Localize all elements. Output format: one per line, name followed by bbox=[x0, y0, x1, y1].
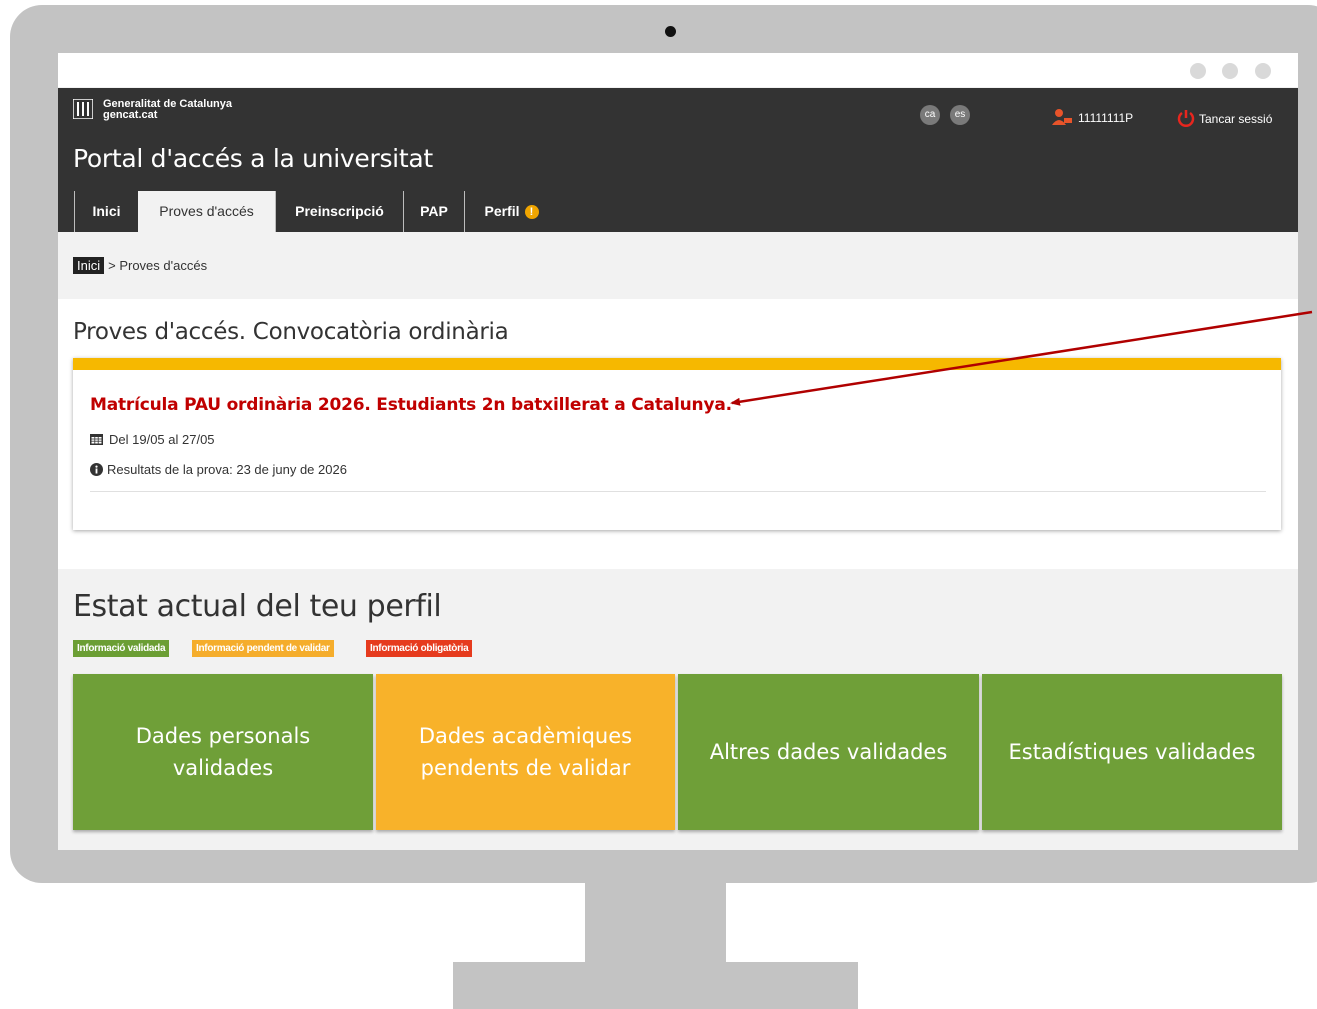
window-bar bbox=[58, 53, 1298, 87]
tile-academic-data[interactable]: Dades acadèmiques pendents de validar bbox=[376, 674, 675, 830]
portal-title: Portal d'accés a la universitat bbox=[73, 144, 433, 173]
tab-perfil-label: Perfil bbox=[484, 203, 520, 219]
breadcrumb-current: > Proves d'accés bbox=[108, 258, 208, 273]
tab-pap[interactable]: PAP bbox=[403, 191, 464, 232]
org-domain: gencat.cat bbox=[103, 109, 158, 121]
tile-personal-data[interactable]: Dades personals validades bbox=[73, 674, 373, 830]
results-line: Resultats de la prova: 23 de juny de 202… bbox=[90, 462, 347, 477]
tab-perfil[interactable]: Perfil! bbox=[464, 191, 558, 232]
tab-inici[interactable]: Inici bbox=[74, 191, 138, 232]
card-accent-bar bbox=[73, 358, 1281, 370]
user-id: 11111111P bbox=[1078, 111, 1134, 125]
site-header: Generalitat de Catalunya gencat.cat ca e… bbox=[58, 88, 1298, 232]
tile-statistics-label: Estadístiques validades bbox=[1008, 740, 1256, 764]
tab-proves-acces[interactable]: Proves d'accés bbox=[138, 191, 275, 232]
info-icon bbox=[90, 463, 103, 476]
card-divider bbox=[90, 491, 1266, 492]
lang-ca-button[interactable]: ca bbox=[920, 105, 940, 125]
tile-statistics[interactable]: Estadístiques validades bbox=[982, 674, 1282, 830]
breadcrumb: Inici > Proves d'accés bbox=[73, 257, 208, 274]
breadcrumb-home-link[interactable]: Inici bbox=[73, 257, 105, 274]
screen: Generalitat de Catalunya gencat.cat ca e… bbox=[58, 53, 1298, 850]
legend-validated: Informació validada bbox=[73, 640, 170, 657]
tile-other-data-label: Altres dades validades bbox=[709, 740, 948, 764]
convocatoria-section: Proves d'accés. Convocatòria ordinària M… bbox=[58, 299, 1298, 569]
window-dot-icon bbox=[1222, 63, 1238, 79]
org-logo-text[interactable]: Generalitat de Catalunya gencat.cat bbox=[103, 99, 232, 121]
section-title: Proves d'accés. Convocatòria ordinària bbox=[73, 319, 509, 345]
tile-other-data[interactable]: Altres dades validades bbox=[678, 674, 979, 830]
tile-personal-data-label: Dades personals validades bbox=[135, 724, 311, 780]
tile-academic-data-label: Dades acadèmiques pendents de validar bbox=[418, 724, 633, 780]
calendar-icon bbox=[90, 434, 103, 445]
logout-button[interactable]: Tancar sessió bbox=[1177, 109, 1272, 127]
lang-es-button[interactable]: es bbox=[950, 105, 970, 125]
tab-preinscripcio[interactable]: Preinscripció bbox=[275, 191, 403, 232]
profile-status-title: Estat actual del teu perfil bbox=[73, 589, 442, 624]
monitor-stand-neck bbox=[585, 883, 726, 963]
legend-required: Informació obligatòria bbox=[366, 640, 473, 657]
generalitat-logo-icon[interactable] bbox=[73, 99, 93, 119]
power-icon bbox=[1177, 110, 1195, 127]
user-icon bbox=[1052, 109, 1072, 125]
matricula-link[interactable]: Matrícula PAU ordinària 2026. Estudiants… bbox=[90, 395, 732, 415]
window-dot-icon bbox=[1190, 63, 1206, 79]
warning-badge-icon: ! bbox=[524, 205, 539, 219]
webcam-dot bbox=[665, 26, 676, 37]
legend-pending: Informació pendent de validar bbox=[192, 640, 334, 657]
results-text: Resultats de la prova: 23 de juny de 202… bbox=[107, 462, 347, 477]
dates-line: Del 19/05 al 27/05 bbox=[90, 432, 215, 447]
window-dot-icon bbox=[1255, 63, 1271, 79]
logout-label: Tancar sessió bbox=[1199, 112, 1273, 126]
convocatoria-card: Matrícula PAU ordinària 2026. Estudiants… bbox=[73, 358, 1281, 530]
monitor-stand-base bbox=[453, 962, 858, 1009]
user-info[interactable]: 11111111P bbox=[1052, 109, 1133, 125]
dates-text: Del 19/05 al 27/05 bbox=[109, 432, 215, 447]
